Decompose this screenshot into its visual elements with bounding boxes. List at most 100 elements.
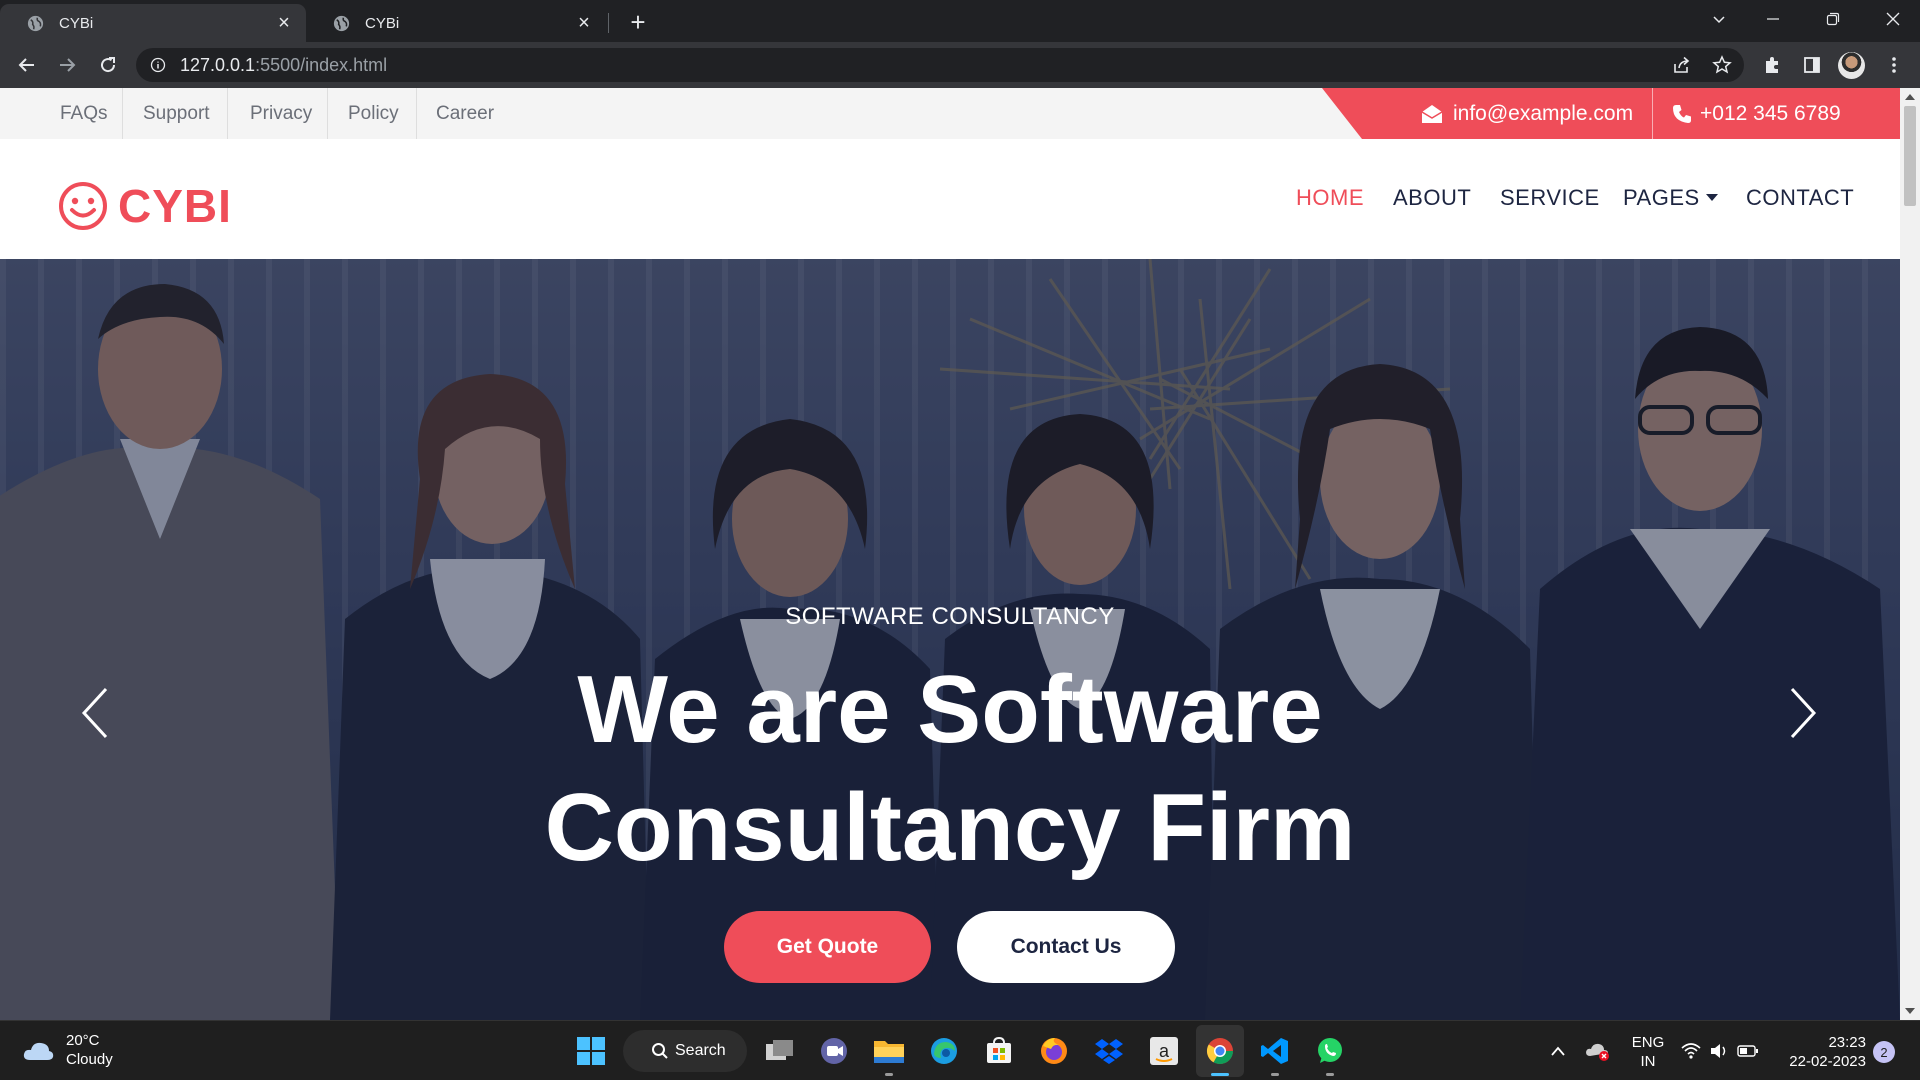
topbar-link-faqs[interactable]: FAQs — [60, 88, 108, 139]
bookmark-button[interactable] — [1708, 51, 1736, 79]
arrow-right-icon — [60, 58, 76, 72]
hero-carousel: SOFTWARE CONSULTANCY We are Software Con… — [0, 259, 1900, 1020]
edge-button[interactable] — [926, 1033, 962, 1069]
address-bar[interactable]: 127.0.0.1:5500/index.html — [136, 48, 1744, 82]
back-button[interactable] — [11, 49, 43, 81]
file-explorer-button[interactable] — [871, 1033, 907, 1069]
whatsapp-button[interactable] — [1312, 1033, 1348, 1069]
topbar-link-privacy[interactable]: Privacy — [250, 88, 312, 139]
weather-widget[interactable]: 20°C Cloudy — [22, 1031, 113, 1069]
browser-tabstrip: CYBi × CYBi × + — [0, 0, 1920, 42]
share-icon — [1674, 56, 1690, 73]
logo-text: CYBI — [118, 180, 232, 232]
temperature: 20°C — [66, 1032, 100, 1049]
close-tab-icon[interactable]: × — [574, 12, 594, 34]
weather-text: 20°C Cloudy — [66, 1031, 113, 1069]
teams-button[interactable] — [816, 1033, 852, 1069]
side-panel-button[interactable] — [1798, 51, 1826, 79]
page-scrollbar[interactable] — [1900, 88, 1920, 1020]
topbar-link-career[interactable]: Career — [436, 88, 494, 139]
main-navbar: CYBI HOME ABOUT SERVICE PAGES CONTACT — [0, 139, 1900, 259]
start-button[interactable] — [573, 1033, 609, 1069]
email-contact[interactable]: info@example.com — [1421, 88, 1633, 139]
site-logo[interactable]: CYBI — [58, 179, 232, 233]
notification-badge[interactable]: 2 — [1873, 1041, 1895, 1063]
restore-icon — [1826, 12, 1840, 26]
weather-condition: Cloudy — [66, 1051, 113, 1068]
info-icon[interactable] — [150, 57, 166, 73]
reload-button[interactable] — [92, 49, 124, 81]
email-text: info@example.com — [1453, 101, 1634, 125]
windows-taskbar: 20°C Cloudy Search a ENG IN 23:23 22-02-… — [0, 1020, 1920, 1080]
scroll-up-arrow-icon[interactable] — [1905, 94, 1915, 100]
close-tab-icon[interactable]: × — [274, 12, 294, 34]
scroll-down-arrow-icon[interactable] — [1905, 1008, 1915, 1014]
share-button[interactable] — [1668, 51, 1696, 79]
extensions-button[interactable] — [1758, 51, 1786, 79]
arrow-left-icon — [18, 58, 34, 72]
nav-about[interactable]: ABOUT — [1393, 185, 1471, 211]
amazon-icon: a — [1150, 1037, 1178, 1065]
phone-text: +012 345 6789 — [1700, 101, 1841, 125]
nav-service[interactable]: SERVICE — [1500, 185, 1600, 211]
svg-text:a: a — [1159, 1041, 1170, 1061]
clock-time: 23:23 — [1828, 1034, 1866, 1051]
quick-settings-button[interactable] — [1674, 1033, 1766, 1069]
dropbox-icon — [1095, 1039, 1123, 1064]
forward-button[interactable] — [51, 49, 83, 81]
menu-button[interactable] — [1880, 51, 1908, 79]
nav-pages-dropdown[interactable]: PAGES — [1623, 185, 1718, 211]
hero-overlay — [0, 259, 1900, 1020]
globe-icon — [27, 15, 44, 31]
browser-tab-1[interactable]: CYBi × — [0, 4, 306, 42]
store-button[interactable] — [981, 1033, 1017, 1069]
phone-contact[interactable]: +012 345 6789 — [1672, 88, 1841, 139]
divider — [327, 88, 328, 139]
language-indicator[interactable]: ENG IN — [1628, 1033, 1668, 1071]
scrollbar-thumb[interactable] — [1904, 106, 1916, 206]
caret-down-icon — [1705, 193, 1718, 201]
store-icon — [987, 1036, 1011, 1063]
browser-tab-2[interactable]: CYBi × — [306, 4, 606, 42]
topbar-link-support[interactable]: Support — [143, 88, 210, 139]
chevron-down-icon — [1713, 16, 1725, 24]
nav-home[interactable]: HOME — [1296, 185, 1364, 211]
chevron-up-icon — [1551, 1046, 1565, 1056]
get-quote-button[interactable]: Get Quote — [724, 911, 931, 983]
new-tab-button[interactable]: + — [624, 7, 652, 37]
tab-title: CYBi — [365, 14, 400, 32]
close-window-button[interactable] — [1866, 0, 1920, 38]
topbar-link-policy[interactable]: Policy — [348, 88, 399, 139]
running-indicator — [1271, 1073, 1279, 1076]
firefox-button[interactable] — [1036, 1033, 1072, 1069]
clock-date: 22-02-2023 — [1789, 1053, 1866, 1070]
show-hidden-icons-button[interactable] — [1540, 1033, 1576, 1069]
minimize-button[interactable] — [1746, 0, 1800, 38]
folder-icon — [874, 1041, 904, 1063]
clock[interactable]: 23:23 22-02-2023 — [1776, 1033, 1866, 1071]
nav-contact[interactable]: CONTACT — [1746, 185, 1854, 211]
task-view-button[interactable] — [762, 1033, 798, 1069]
vscode-icon — [1261, 1038, 1288, 1064]
chrome-button[interactable] — [1202, 1033, 1238, 1069]
divider — [227, 88, 228, 139]
vscode-button[interactable] — [1257, 1033, 1293, 1069]
taskbar-search[interactable]: Search — [623, 1030, 747, 1072]
profile-avatar[interactable] — [1838, 52, 1865, 79]
dropbox-button[interactable] — [1091, 1033, 1127, 1069]
contact-us-button[interactable]: Contact Us — [957, 911, 1175, 983]
hero-title-line-2: Consultancy Firm — [544, 774, 1356, 881]
browser-toolbar: 127.0.0.1:5500/index.html — [0, 42, 1920, 88]
restore-button[interactable] — [1806, 0, 1860, 38]
battery-icon — [1737, 1045, 1758, 1057]
tab-search-button[interactable] — [1692, 0, 1746, 38]
onedrive-tray-button[interactable] — [1580, 1033, 1616, 1069]
amazon-button[interactable]: a — [1146, 1033, 1182, 1069]
windows-start-icon — [577, 1037, 605, 1065]
puzzle-icon — [1766, 57, 1778, 73]
cloud-error-icon — [1586, 1043, 1609, 1061]
globe-icon — [333, 15, 350, 31]
running-indicator — [1326, 1073, 1334, 1076]
hero-title: We are Software Consultancy Firm — [0, 651, 1900, 887]
minimize-icon — [1767, 18, 1779, 20]
